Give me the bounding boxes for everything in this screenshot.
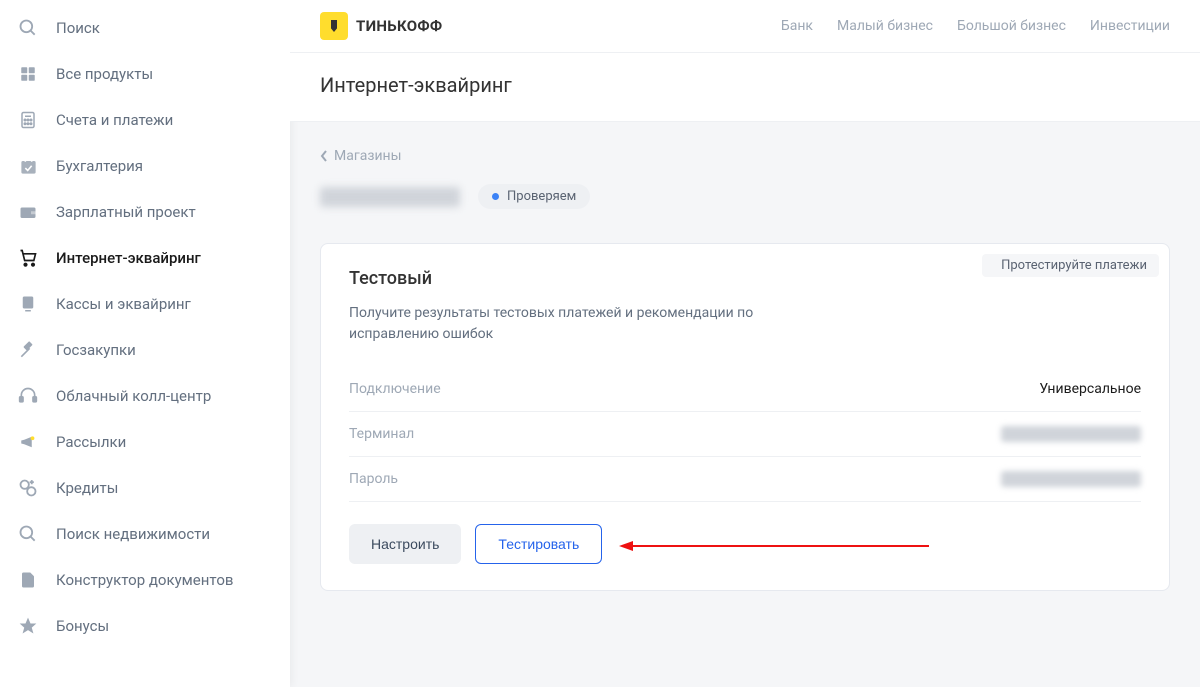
wallet-icon <box>18 202 38 222</box>
sidebar-item-label: Поиск недвижимости <box>56 525 210 543</box>
document-icon <box>18 570 38 590</box>
sidebar-item-label: Госзакупки <box>56 341 136 359</box>
nav-link-bank[interactable]: Банк <box>781 18 813 34</box>
sidebar-item-mailings[interactable]: Рассылки <box>0 419 290 465</box>
terminal-icon <box>18 294 38 314</box>
sidebar-item-internet-acquiring[interactable]: Интернет-эквайринг <box>0 235 290 281</box>
sidebar-item-accounts[interactable]: Счета и платежи <box>0 97 290 143</box>
configure-button[interactable]: Настроить <box>349 524 461 564</box>
calculator-icon <box>18 110 38 130</box>
status-badge-checking: Проверяем <box>478 184 590 209</box>
sidebar-item-label: Рассылки <box>56 433 126 451</box>
sidebar-item-bonuses[interactable]: Бонусы <box>0 603 290 649</box>
sidebar-item-label: Кредиты <box>56 479 118 497</box>
card-description: Получите результаты тестовых платежей и … <box>349 303 809 345</box>
status-label: Проверяем <box>507 189 576 204</box>
status-dot-icon <box>492 193 499 200</box>
link-icon <box>18 478 38 498</box>
sidebar-item-label: Кассы и эквайринг <box>56 295 191 313</box>
cart-icon <box>18 248 38 268</box>
sidebar-item-pos-acquiring[interactable]: Кассы и эквайринг <box>0 281 290 327</box>
content-area: Магазины Проверяем Протестируйте платежи… <box>290 122 1200 687</box>
annotation-arrow-icon <box>619 540 929 552</box>
sidebar-item-search[interactable]: Поиск <box>0 5 290 51</box>
terminal-value-redacted <box>1001 426 1141 442</box>
sidebar-item-cloud-callcenter[interactable]: Облачный колл-центр <box>0 373 290 419</box>
sidebar-item-label: Конструктор документов <box>56 571 233 589</box>
sidebar-item-label: Счета и платежи <box>56 111 173 129</box>
sidebar-item-label: Все продукты <box>56 65 153 83</box>
shop-header: Проверяем <box>320 184 1170 209</box>
search-house-icon <box>18 524 38 544</box>
sidebar-item-accounting[interactable]: Бухгалтерия <box>0 143 290 189</box>
sidebar-item-real-estate-search[interactable]: Поиск недвижимости <box>0 511 290 557</box>
search-icon <box>18 18 38 38</box>
brand-logo[interactable]: ТИНЬКОФФ <box>320 12 442 40</box>
sidebar-item-doc-builder[interactable]: Конструктор документов <box>0 557 290 603</box>
card-hint-badge: Протестируйте платежи <box>982 254 1159 277</box>
row-connection: Подключение Универсальное <box>349 367 1141 412</box>
sidebar-item-label: Бонусы <box>56 617 109 635</box>
grid-icon <box>18 64 38 84</box>
sidebar-item-label: Зарплатный проект <box>56 203 196 221</box>
sidebar-item-all-products[interactable]: Все продукты <box>0 51 290 97</box>
topbar: ТИНЬКОФФ Банк Малый бизнес Большой бизне… <box>290 0 1200 53</box>
shop-name-redacted <box>320 187 460 207</box>
megaphone-icon <box>18 432 38 452</box>
brand-name: ТИНЬКОФФ <box>356 17 442 35</box>
sidebar-item-label: Поиск <box>56 19 100 37</box>
chevron-left-icon <box>320 150 328 162</box>
terminal-card: Протестируйте платежи Тестовый Получите … <box>320 243 1170 591</box>
row-key: Терминал <box>349 426 414 442</box>
star-icon <box>18 616 38 636</box>
calendar-icon <box>18 156 38 176</box>
row-password: Пароль <box>349 457 1141 502</box>
sidebar-item-label: Интернет-эквайринг <box>56 249 201 267</box>
sidebar-item-payroll[interactable]: Зарплатный проект <box>0 189 290 235</box>
nav-link-large-biz[interactable]: Большой бизнес <box>957 18 1066 34</box>
row-key: Пароль <box>349 471 398 487</box>
row-terminal: Терминал <box>349 412 1141 457</box>
row-value: Универсальное <box>1039 381 1141 397</box>
breadcrumb-back[interactable]: Магазины <box>320 148 1170 164</box>
headset-icon <box>18 386 38 406</box>
card-badge-label: Протестируйте платежи <box>1001 258 1147 273</box>
nav-link-small-biz[interactable]: Малый бизнес <box>837 18 933 34</box>
top-nav: Банк Малый бизнес Большой бизнес Инвести… <box>781 18 1170 34</box>
breadcrumb-label: Магазины <box>334 148 401 164</box>
gavel-icon <box>18 340 38 360</box>
sidebar-item-label: Облачный колл-центр <box>56 387 211 405</box>
sidebar-item-label: Бухгалтерия <box>56 157 143 175</box>
test-button[interactable]: Тестировать <box>475 524 602 564</box>
row-key: Подключение <box>349 381 441 397</box>
sidebar-item-gov-procurement[interactable]: Госзакупки <box>0 327 290 373</box>
card-actions: Настроить Тестировать <box>349 524 1141 564</box>
main-content: ТИНЬКОФФ Банк Малый бизнес Большой бизне… <box>290 0 1200 687</box>
logo-shield-icon <box>320 12 348 40</box>
sidebar-item-credits[interactable]: Кредиты <box>0 465 290 511</box>
password-value-redacted <box>1001 471 1141 487</box>
nav-link-investments[interactable]: Инвестиции <box>1090 18 1170 34</box>
sidebar: Поиск Все продукты Счета и платежи Бухга… <box>0 0 290 687</box>
page-title: Интернет-эквайринг <box>290 53 1200 122</box>
